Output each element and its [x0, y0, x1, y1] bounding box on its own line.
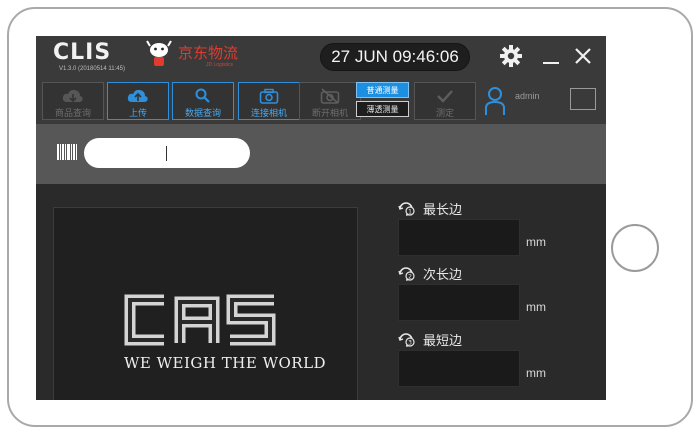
product-query-button[interactable]: 商品查询 [42, 82, 104, 120]
data-query-button[interactable]: 数据查询 [172, 82, 234, 120]
upload-label: 上传 [128, 108, 147, 118]
search-icon [195, 88, 210, 103]
logo-tagline: WE WEIGH THE WORLD [124, 354, 327, 372]
scan-bar [36, 124, 606, 184]
disconnect-camera-label: 断开相机 [311, 108, 348, 118]
camera-off-icon [320, 88, 340, 104]
measure-label: 测定 [435, 108, 454, 118]
user-icon[interactable] [484, 86, 506, 116]
measurement-unit: mm [526, 366, 546, 380]
svg-text:1: 1 [408, 209, 412, 216]
clock-display: 27 JUN 09:46:06 [320, 43, 470, 71]
length-1-icon: 1 [398, 202, 415, 216]
upload-button[interactable]: 上传 [107, 82, 169, 120]
app-logo: CLIS [53, 40, 112, 65]
title-bar: CLIS V1.3.0 (20180514 11:45) 京东物流 JD Log… [36, 36, 606, 78]
connect-camera-label: 连接相机 [250, 108, 287, 118]
svg-text:3: 3 [408, 340, 412, 347]
gear-icon[interactable] [499, 44, 523, 68]
length-3-icon: 3 [398, 333, 415, 347]
data-query-label: 数据查询 [184, 108, 221, 118]
measurement-value-field [398, 284, 520, 321]
measure-button[interactable]: 测定 [414, 82, 476, 120]
close-icon[interactable] [573, 46, 593, 66]
partner-name: 京东物流 [178, 44, 239, 62]
svg-text:2: 2 [408, 274, 412, 281]
measure-mode-group: 普通测量 薄透测量 [356, 82, 411, 120]
camera-view-panel: WE WEIGH THE WORLD [53, 207, 358, 400]
measurement-unit: mm [526, 235, 546, 249]
toolbar: 商品查询 上传 数据查询 连接相机 断开相机 普通测量 薄透测量 测定 admi… [36, 78, 606, 124]
user-menu-box[interactable] [570, 88, 596, 110]
jd-mascot-icon [146, 40, 172, 66]
partner-subtitle: JD Logistics [206, 62, 233, 68]
user-name: admin [515, 91, 540, 101]
measurement-label: 最长边 [423, 202, 463, 217]
thin-measure-button[interactable]: 薄透测量 [356, 101, 409, 117]
cloud-upload-icon [127, 89, 148, 102]
version-label: V1.3.0 (20180514 11:45) [59, 66, 125, 72]
length-2-icon: 2 [398, 267, 415, 281]
minimize-icon[interactable] [541, 46, 561, 66]
camera-icon [259, 88, 279, 104]
measurement-label: 次长边 [423, 267, 463, 282]
measurement-label: 最短边 [423, 333, 463, 348]
barcode-icon [57, 144, 77, 160]
check-icon [437, 90, 453, 103]
app-window: CLIS V1.3.0 (20180514 11:45) 京东物流 JD Log… [36, 36, 606, 400]
connect-camera-button[interactable]: 连接相机 [238, 82, 300, 120]
disconnect-camera-button[interactable]: 断开相机 [299, 82, 361, 120]
barcode-input[interactable] [84, 138, 250, 168]
normal-measure-button[interactable]: 普通测量 [356, 82, 409, 98]
measurement-value-field [398, 219, 520, 256]
measurement-value-field [398, 350, 520, 387]
home-button[interactable] [611, 224, 659, 272]
cloud-download-icon [62, 89, 83, 103]
main-panel: WE WEIGH THE WORLD 1 最长边 mm 2 次长边 mm 3 最… [36, 184, 606, 400]
cas-logo [124, 294, 276, 346]
product-query-label: 商品查询 [54, 108, 91, 118]
text-caret [166, 146, 167, 161]
measurement-unit: mm [526, 300, 546, 314]
